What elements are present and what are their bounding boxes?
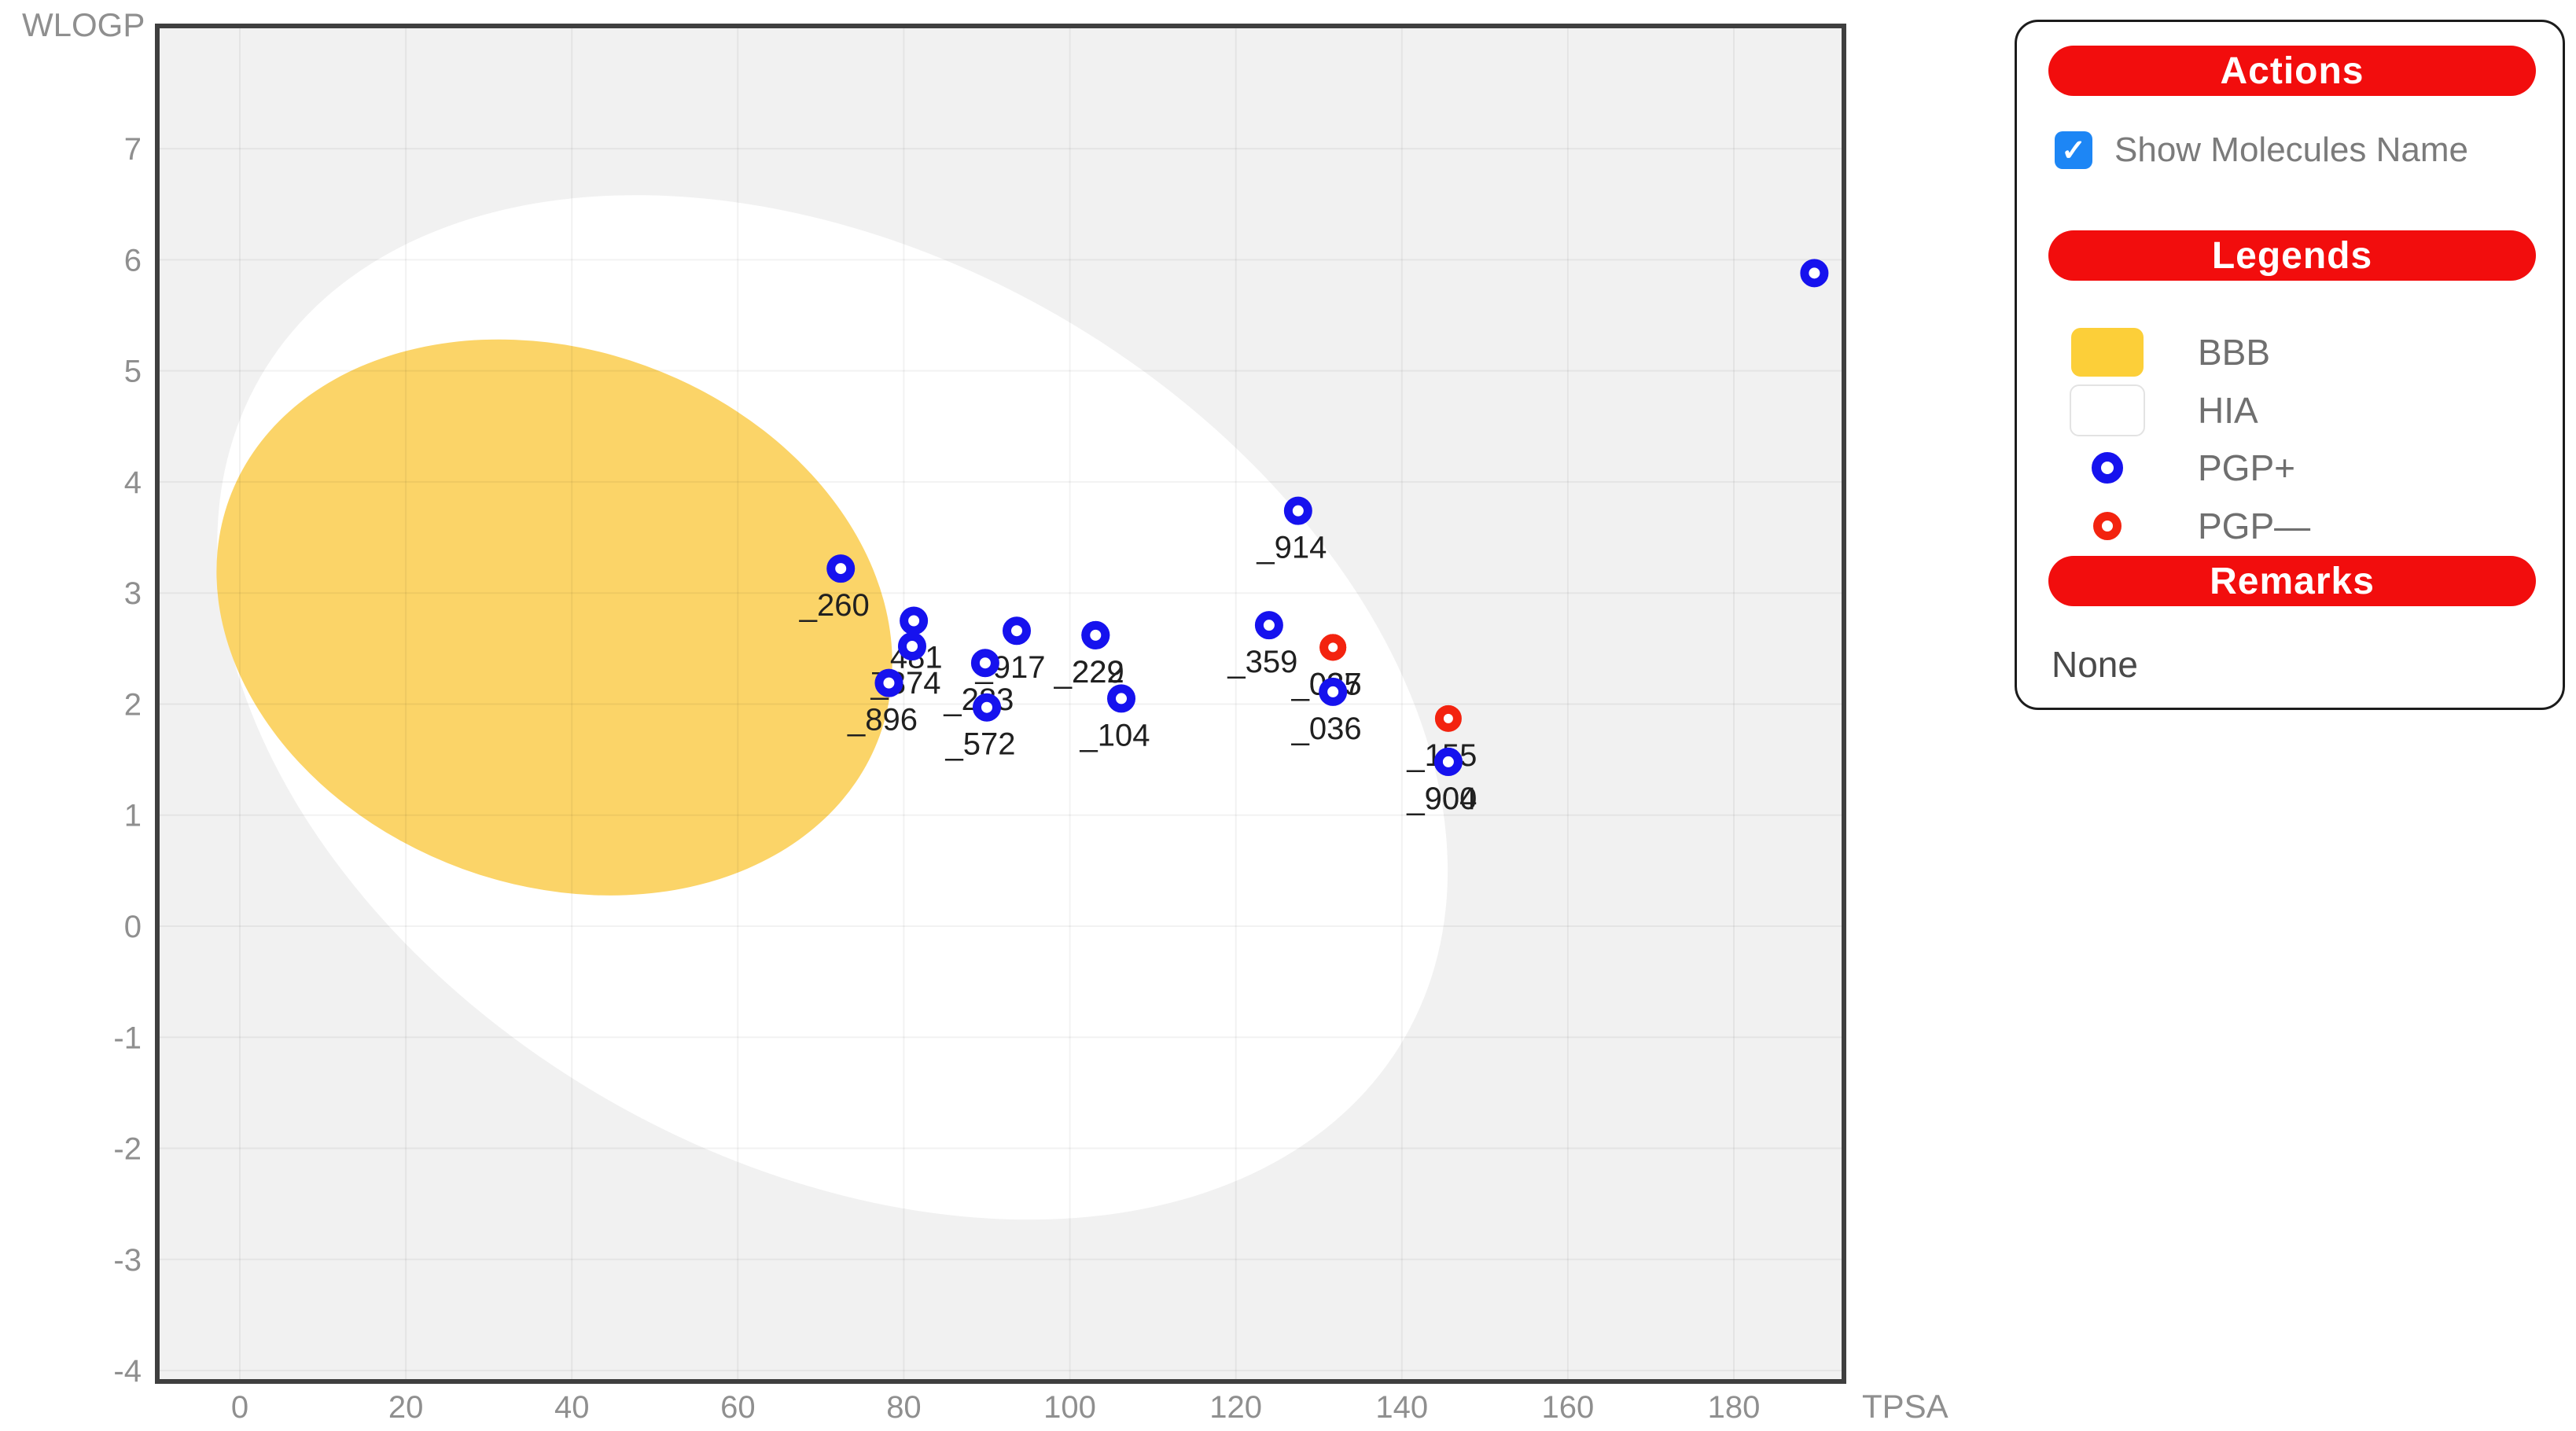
yaxis-title: WLOGP [22,6,145,43]
legends-header-label: Legends [2212,234,2372,278]
y-tick-label: 4 [124,465,142,500]
legend-item-pgp-plus: PGP+ [2017,439,2563,497]
x-tick-label: 180 [1708,1390,1761,1425]
legend-label-bbb: BBB [2198,331,2270,373]
molecule-point[interactable] [1007,621,1027,641]
molecule-point[interactable] [1259,616,1279,635]
actions-header: Actions [2048,46,2536,96]
x-tick-label: 100 [1043,1390,1096,1425]
molecule-label: _104 [1080,718,1150,752]
molecule-label: _229 [1054,655,1124,690]
molecule-point[interactable] [1086,625,1106,645]
x-tick-label: 20 [388,1390,424,1425]
y-tick-label: -1 [113,1021,142,1055]
y-tick-label: 2 [124,687,142,722]
y-tick-label: 3 [124,576,142,611]
boiled-egg-page: 0 20 40 60 80 100 120 140 160 180 7 6 5 4 3 2 1 0 -1 -2 -3 -4… [0,0,2576,1431]
show-molecules-name-label: Show Molecules Name [2114,131,2468,170]
molecule-point[interactable] [1438,752,1458,771]
molecule-point[interactable] [879,673,899,693]
checkmark-icon: ✓ [2061,133,2086,168]
legend-item-bbb: BBB [2017,323,2563,381]
molecule-point[interactable] [975,653,995,673]
legends-header: Legends [2048,230,2536,281]
y-tick-label: -4 [113,1354,142,1389]
molecule-label: _359 [1227,645,1297,679]
molecule-label: _260 [799,588,870,623]
show-molecules-name-checkbox[interactable]: ✓ [2055,131,2092,169]
molecule-point[interactable] [1324,638,1342,657]
x-tick-label: 140 [1375,1390,1428,1425]
molecule-point[interactable] [1288,501,1308,521]
y-tick-label: 0 [124,910,142,944]
molecule-label: _572 [945,727,1016,762]
remarks-header: Remarks [2048,556,2536,606]
y-tick-label: 5 [124,355,142,389]
x-tick-label: 80 [886,1390,922,1425]
y-tick-label: -3 [113,1243,142,1278]
legend-label-hia: HIA [2198,389,2258,432]
legend-label-pgp-plus: PGP+ [2198,447,2295,489]
molecule-point[interactable] [1323,682,1343,701]
remarks-value: None [2052,643,2138,686]
molecule-label: _904 [1406,782,1477,816]
pgp-minus-marker-icon [2093,512,2122,540]
pgp-plus-marker-icon [2092,452,2123,484]
molecule-point[interactable] [1439,709,1457,727]
molecule-label: _036 [1291,712,1362,746]
actions-header-label: Actions [2220,50,2364,93]
legend-label-pgp-minus: PGP— [2198,505,2310,547]
x-tick-label: 60 [720,1390,756,1425]
molecule-point[interactable] [904,611,924,631]
y-tick-label: -2 [113,1132,142,1167]
molecule-label: _914 [1256,531,1327,565]
molecule-point[interactable] [977,697,997,717]
hia-swatch-icon [2070,384,2145,436]
x-tick-label: 0 [231,1390,248,1425]
bbb-swatch-icon [2071,328,2144,377]
y-tick-label: 1 [124,799,142,833]
legend-item-pgp-minus: PGP— [2017,497,2563,555]
x-tick-label: 40 [554,1390,590,1425]
y-tick-label: 7 [124,132,142,167]
show-molecules-name-row[interactable]: ✓ Show Molecules Name [2055,131,2468,170]
molecule-point[interactable] [1805,263,1824,283]
control-panel: Actions ✓ Show Molecules Name Legends BB… [2015,20,2565,710]
molecule-point[interactable] [903,636,922,656]
y-tick-label: 6 [124,243,142,278]
molecule-point[interactable] [831,559,851,579]
x-tick-label: 160 [1542,1390,1595,1425]
legend-item-hia: HIA [2017,381,2563,440]
x-tick-label: 120 [1209,1390,1262,1425]
molecule-label: _896 [847,703,918,738]
remarks-header-label: Remarks [2210,560,2375,603]
xaxis-title: TPSA [1862,1388,1949,1425]
molecule-point[interactable] [1112,689,1132,708]
